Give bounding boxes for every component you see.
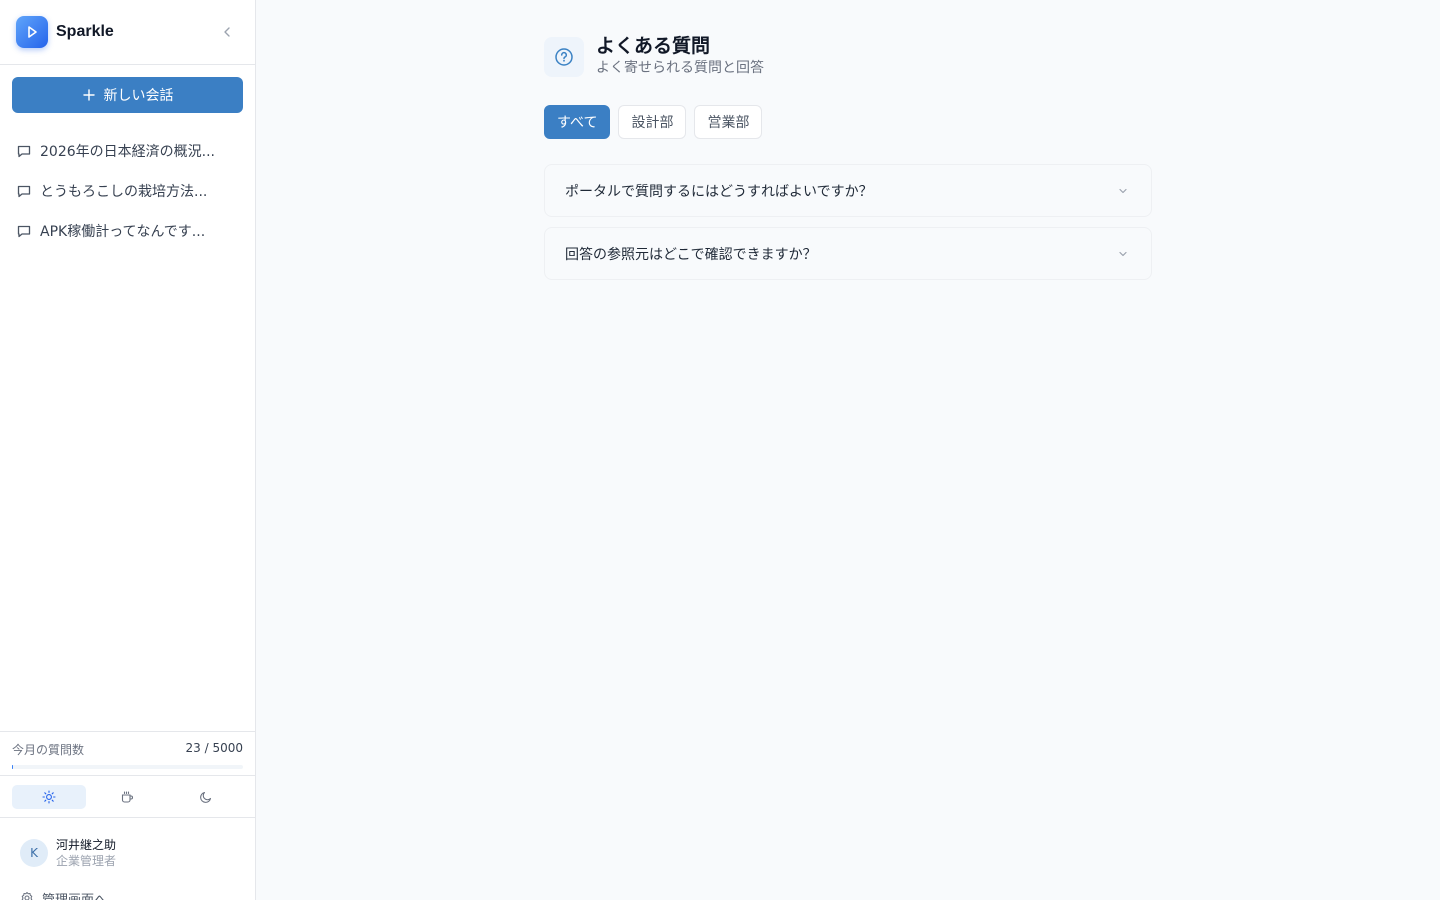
tab-design[interactable]: 設計部 [618,105,687,139]
usage-meter: 今月の質問数 23 / 5000 [0,731,255,775]
theme-switcher [0,775,255,818]
conversation-item[interactable]: とうもろこしの栽培方法... [8,171,247,211]
coffee-cup-icon [122,790,134,803]
page-subtitle: よく寄せられる質問と回答 [596,60,764,76]
faq-list: ポータルで質問するにはどうすればよいですか？ 回答の参照元はどこで確認できますか… [544,164,1152,280]
conversation-title: APK稼働計ってなんです... [40,224,206,240]
sidebar: Sparkle 新しい会話 2026年の日本経済の概況... とうもろこしの栽培… [0,0,256,900]
user-name: 河井継之助 [56,838,117,852]
chat-bubble-icon [17,185,31,198]
new-chat-button[interactable]: 新しい会話 [12,77,243,113]
conversation-title: とうもろこしの栽培方法... [40,184,208,200]
sun-icon [42,789,56,804]
gear-icon [21,892,33,900]
usage-label: 今月の質問数 [12,743,85,757]
chevron-down-icon [1115,183,1131,199]
usage-progress-fill [12,765,14,769]
theme-dark-button[interactable] [169,785,243,809]
conversation-list: 2026年の日本経済の概況... とうもろこしの栽培方法... APK稼働計って… [0,131,255,251]
new-chat-label: 新しい会話 [103,88,174,104]
moon-icon [199,791,211,803]
chat-bubble-icon [17,225,31,238]
faq-item[interactable]: 回答の参照元はどこで確認できますか？ [544,227,1152,280]
usage-value: 23 / 5000 [185,741,243,755]
tab-sales[interactable]: 営業部 [694,105,763,139]
page-title: よくある質問 [596,35,711,57]
avatar: K [20,839,48,867]
app-name: Sparkle [56,23,114,40]
admin-link-label: 管理画面へ [42,892,108,900]
conversation-title: 2026年の日本経済の概況... [40,144,215,160]
admin-link[interactable]: 管理画面へ [0,888,255,900]
main-content: よくある質問 よく寄せられる質問と回答 すべて 設計部 営業部 ポータルで質問す… [256,0,1440,900]
faq-question: ポータルで質問するにはどうすればよいですか？ [565,183,873,200]
chat-bubble-icon [17,145,31,158]
usage-progress-bar [12,765,243,769]
sidebar-header: Sparkle [0,0,255,65]
chevron-down-icon [1115,246,1131,262]
chevron-left-icon [224,27,230,37]
help-circle-icon [544,36,584,77]
faq-item[interactable]: ポータルで質問するにはどうすればよいですか？ [544,164,1152,217]
theme-warm-button[interactable] [90,785,164,809]
faq-question: 回答の参照元はどこで確認できますか？ [565,246,817,263]
collapse-sidebar-button[interactable] [215,20,239,44]
sidebar-footer: 今月の質問数 23 / 5000 K 河井継之助 企業管理者 管理画面へ [0,731,255,900]
app-root: Sparkle 新しい会話 2026年の日本経済の概況... とうもろこしの栽培… [0,0,1440,900]
tab-all[interactable]: すべて [544,105,611,139]
conversation-item[interactable]: APK稼働計ってなんです... [8,211,247,251]
conversation-item[interactable]: 2026年の日本経済の概況... [8,131,247,171]
category-tabs: すべて 設計部 営業部 [544,105,1152,139]
user-profile[interactable]: K 河井継之助 企業管理者 [0,818,255,888]
user-role: 企業管理者 [56,854,117,868]
theme-light-button[interactable] [12,784,87,809]
page-header: よくある質問 よく寄せられる質問と回答 [544,35,1152,78]
logo-icon[interactable] [16,16,48,48]
plus-icon [82,89,95,101]
faq-page: よくある質問 よく寄せられる質問と回答 すべて 設計部 営業部 ポータルで質問す… [544,35,1152,280]
